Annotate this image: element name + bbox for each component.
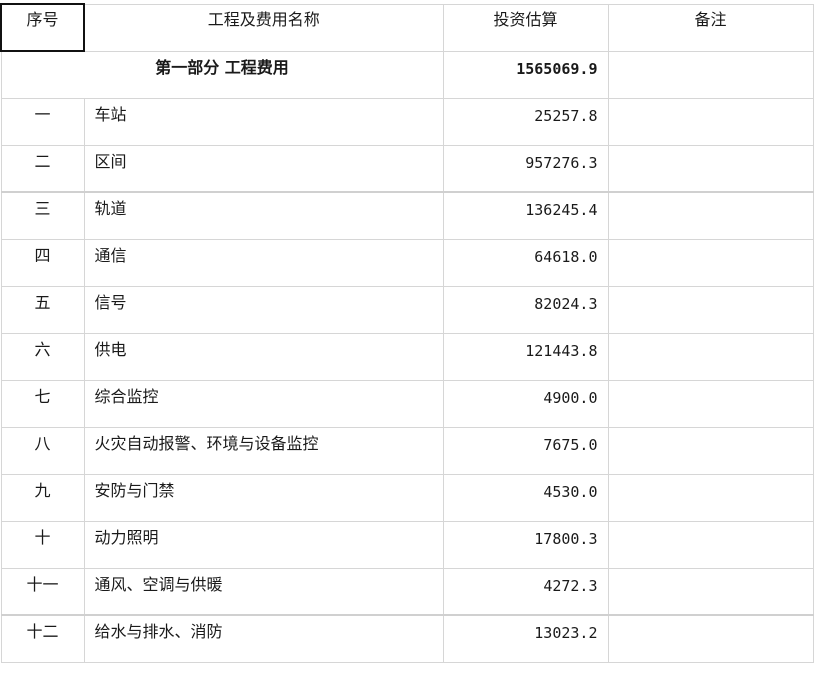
table-row: 四 通信 64618.0 — [0, 238, 814, 287]
note-cell[interactable] — [607, 614, 814, 663]
name-cell[interactable]: 轨道 — [83, 191, 444, 240]
note-cell[interactable] — [607, 426, 814, 475]
seq-cell[interactable]: 十二 — [0, 614, 85, 663]
amount-cell[interactable]: 4272.3 — [442, 567, 609, 616]
header-amount-cell[interactable]: 投资估算 — [442, 3, 609, 52]
note-cell[interactable] — [607, 97, 814, 146]
section-row: 第一部分 工程费用 1565069.9 — [0, 50, 814, 99]
amount-cell[interactable]: 4530.0 — [442, 473, 609, 522]
table-row: 二 区间 957276.3 — [0, 144, 814, 193]
name-cell[interactable]: 安防与门禁 — [83, 473, 444, 522]
note-cell[interactable] — [607, 332, 814, 381]
name-cell[interactable]: 供电 — [83, 332, 444, 381]
table-row: 一 车站 25257.8 — [0, 97, 814, 146]
amount-cell[interactable]: 17800.3 — [442, 520, 609, 569]
seq-cell[interactable]: 一 — [0, 97, 85, 146]
seq-cell[interactable]: 九 — [0, 473, 85, 522]
name-cell[interactable]: 车站 — [83, 97, 444, 146]
header-seq-cell[interactable]: 序号 — [0, 3, 85, 52]
seq-cell[interactable]: 二 — [0, 144, 85, 193]
note-cell[interactable] — [607, 520, 814, 569]
header-note-cell[interactable]: 备注 — [607, 3, 814, 52]
table-row: 十二 给水与排水、消防 13023.2 — [0, 614, 814, 663]
name-cell[interactable]: 火灾自动报警、环境与设备监控 — [83, 426, 444, 475]
name-cell[interactable]: 综合监控 — [83, 379, 444, 428]
table-row: 十 动力照明 17800.3 — [0, 520, 814, 569]
seq-cell[interactable]: 十一 — [0, 567, 85, 616]
header-name-cell[interactable]: 工程及费用名称 — [83, 3, 444, 52]
note-cell[interactable] — [607, 379, 814, 428]
amount-cell[interactable]: 957276.3 — [442, 144, 609, 193]
amount-cell[interactable]: 4900.0 — [442, 379, 609, 428]
name-cell[interactable]: 通信 — [83, 238, 444, 287]
note-cell[interactable] — [607, 285, 814, 334]
amount-cell[interactable]: 13023.2 — [442, 614, 609, 663]
section-note-cell[interactable] — [607, 50, 814, 99]
table-row: 五 信号 82024.3 — [0, 285, 814, 334]
note-cell[interactable] — [607, 191, 814, 240]
note-cell[interactable] — [607, 567, 814, 616]
table-row: 九 安防与门禁 4530.0 — [0, 473, 814, 522]
spreadsheet: 序号 工程及费用名称 投资估算 备注 第一部分 工程费用 1565069.9 一… — [0, 0, 815, 678]
note-cell[interactable] — [607, 238, 814, 287]
note-cell[interactable] — [607, 144, 814, 193]
seq-cell[interactable]: 六 — [0, 332, 85, 381]
amount-cell[interactable]: 82024.3 — [442, 285, 609, 334]
seq-cell[interactable]: 三 — [0, 191, 85, 240]
name-cell[interactable]: 区间 — [83, 144, 444, 193]
amount-cell[interactable]: 25257.8 — [442, 97, 609, 146]
table-row: 七 综合监控 4900.0 — [0, 379, 814, 428]
header-row: 序号 工程及费用名称 投资估算 备注 — [0, 3, 814, 52]
table-row: 三 轨道 136245.4 — [0, 191, 814, 240]
table-row: 六 供电 121443.8 — [0, 332, 814, 381]
table-row: 八 火灾自动报警、环境与设备监控 7675.0 — [0, 426, 814, 475]
seq-cell[interactable]: 八 — [0, 426, 85, 475]
amount-cell[interactable]: 121443.8 — [442, 332, 609, 381]
investment-estimate-table: 序号 工程及费用名称 投资估算 备注 第一部分 工程费用 1565069.9 一… — [0, 3, 814, 663]
section-amount-cell[interactable]: 1565069.9 — [442, 50, 609, 99]
seq-cell[interactable]: 五 — [0, 285, 85, 334]
table-row: 十一 通风、空调与供暖 4272.3 — [0, 567, 814, 616]
seq-cell[interactable]: 四 — [0, 238, 85, 287]
section-title-cell[interactable]: 第一部分 工程费用 — [0, 50, 444, 99]
amount-cell[interactable]: 64618.0 — [442, 238, 609, 287]
note-cell[interactable] — [607, 473, 814, 522]
seq-cell[interactable]: 十 — [0, 520, 85, 569]
seq-cell[interactable]: 七 — [0, 379, 85, 428]
amount-cell[interactable]: 7675.0 — [442, 426, 609, 475]
name-cell[interactable]: 给水与排水、消防 — [83, 614, 444, 663]
name-cell[interactable]: 信号 — [83, 285, 444, 334]
name-cell[interactable]: 通风、空调与供暖 — [83, 567, 444, 616]
amount-cell[interactable]: 136245.4 — [442, 191, 609, 240]
name-cell[interactable]: 动力照明 — [83, 520, 444, 569]
